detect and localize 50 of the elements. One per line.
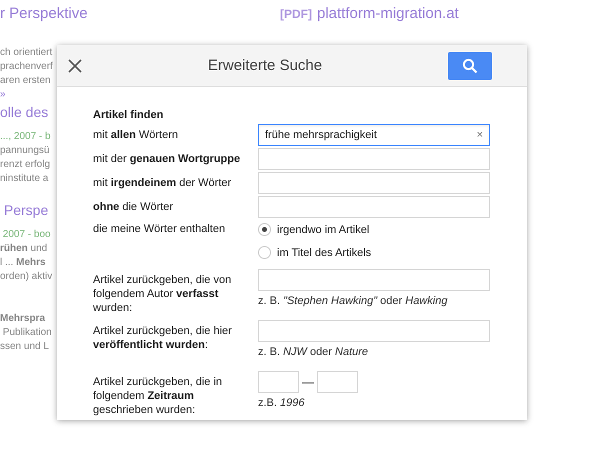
field-label: Artikel zurückgeben, die von folgendem Autor verfasst wurden: [93, 273, 232, 315]
option-label: im Titel des Artikels [277, 246, 372, 258]
result-snippet: rühen und [0, 243, 48, 254]
result-snippet: ssen und L [0, 341, 49, 352]
result-snippet: l ... Mehrs [0, 257, 46, 268]
field-label: die meine Wörter enthalten [93, 222, 226, 236]
clear-button[interactable]: × [476, 129, 483, 141]
result-snippet: prachenverf [0, 61, 53, 72]
file-type-tag: [PDF] [280, 4, 312, 24]
hint-text: z.B. 1996 [258, 396, 306, 410]
hint-text: z. B. "Stephen Hawking" oder Hawking [258, 294, 448, 308]
result-snippet: ninstitute a [0, 173, 48, 184]
result-snippet: ch orientiert [0, 47, 52, 58]
field-label: mit der genauen Wortgruppe [93, 152, 242, 166]
search-button[interactable] [448, 52, 492, 80]
dialog-title: Erweiterte Suche [208, 57, 322, 74]
field-label: mit allen Wörtern [93, 128, 179, 142]
section-heading: Artikel finden [93, 108, 164, 122]
result-meta: 2007 - boo [2, 229, 51, 240]
option-label: irgendwo im Artikel [277, 224, 370, 236]
input-field[interactable] [258, 148, 490, 170]
input-field[interactable] [258, 320, 490, 342]
more-link[interactable]: » [0, 89, 6, 100]
input-field[interactable] [258, 269, 490, 291]
result-snippet: pannungsü [0, 145, 50, 156]
result-meta: ..., 2007 - b [0, 131, 51, 142]
field-label: Artikel zurückgeben, die hier veröffentlicht wurden: [93, 324, 233, 352]
search-icon [462, 58, 478, 74]
field-label: ohne die Wörter [93, 200, 174, 214]
field-label: mit irgendeinem der Wörter [93, 176, 232, 190]
result-snippet: orden) aktiv [0, 271, 52, 282]
result-snippet: aren ersten [0, 75, 51, 86]
input-field[interactable] [258, 371, 299, 393]
radio-button[interactable] [258, 223, 271, 236]
radio-button[interactable] [258, 246, 271, 259]
input-field[interactable]: frühe mehrsprachigkeit × [258, 124, 490, 146]
input-field[interactable] [317, 371, 358, 393]
result-snippet: Publikation [2, 327, 52, 338]
input-field[interactable] [258, 172, 490, 194]
result-title[interactable]: Perspe [0, 202, 48, 218]
input-field[interactable] [258, 196, 490, 218]
result-snippet: Mehrspra [0, 313, 46, 324]
range-dash: — [302, 375, 314, 389]
result-title[interactable]: r Perspektive [0, 5, 88, 22]
hint-text: z. B. NJW oder Nature [258, 345, 370, 359]
field-label: Artikel zurückgeben, die in folgendem Zeitraum geschrieben wurden: [93, 375, 224, 417]
source-link[interactable]: plattform-migration.at [317, 4, 459, 24]
result-title[interactable]: olle des [0, 104, 48, 120]
close-icon[interactable] [68, 58, 82, 72]
result-snippet: renzt erfolg [0, 159, 50, 170]
